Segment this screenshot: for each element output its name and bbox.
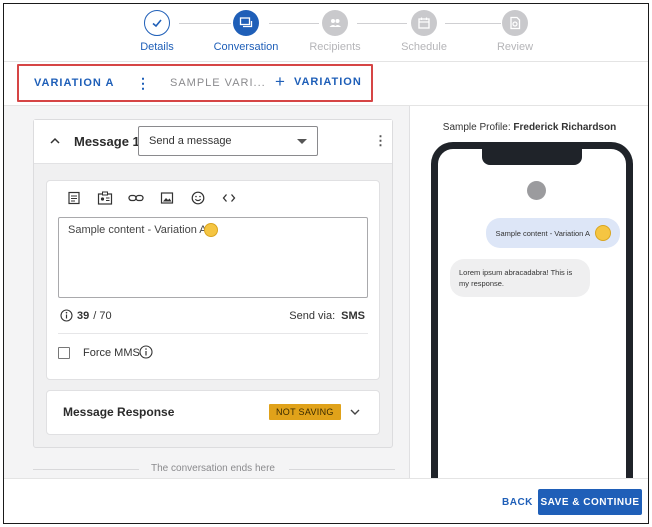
divider (58, 333, 368, 334)
incoming-message-bubble: Lorem ipsum abracadabra! This is my resp… (450, 259, 590, 297)
step-label: Recipients (309, 41, 361, 53)
kebab-menu-icon[interactable]: ⋮ (136, 74, 150, 92)
phone-mockup: Sample content - Variation A Lorem ipsum… (431, 142, 633, 482)
template-icon[interactable] (65, 189, 83, 207)
character-counter: 39 / 70 (60, 309, 112, 322)
step-details[interactable]: Details (107, 10, 207, 53)
sample-profile-name: Frederick Richardson (513, 122, 617, 133)
message-content-text: Sample content - Variation A (68, 224, 207, 236)
outgoing-message-bubble: Sample content - Variation A (485, 218, 620, 248)
message-type-select[interactable]: Send a message (138, 126, 318, 156)
message-type-value: Send a message (149, 135, 232, 147)
incoming-message-text: Lorem ipsum abracadabra! This is my resp… (459, 268, 573, 288)
kebab-menu-icon[interactable]: ⋮ (374, 132, 387, 150)
message-card: Message 1 Send a message ⋮ Sample conten… (33, 119, 393, 448)
add-variation-button[interactable]: + VARIATION (275, 73, 362, 90)
code-icon[interactable] (220, 189, 238, 207)
character-limit: / 70 (93, 309, 112, 322)
caret-down-icon (297, 139, 307, 144)
link-icon[interactable] (127, 189, 145, 207)
tab-variation-a[interactable]: VARIATION A (34, 77, 114, 89)
conversation-end-text: The conversation ends here (151, 463, 275, 474)
step-label: Details (140, 41, 174, 53)
send-via: Send via: SMS (289, 310, 365, 322)
preview-panel: Sample Profile: Frederick Richardson Sam… (411, 106, 648, 482)
conversation-end-marker: The conversation ends here (33, 462, 395, 476)
message-response-card[interactable]: Message Response NOT SAVING (46, 390, 380, 435)
chevron-down-icon[interactable] (349, 406, 361, 418)
save-continue-button[interactable]: SAVE & CONTINUE (538, 489, 642, 515)
message-title: Message 1 (74, 134, 140, 149)
send-via-label: Send via: (289, 310, 336, 322)
app-window: Details Conversation Recipients Schedule… (3, 3, 649, 524)
smiley-emoji-icon (595, 225, 611, 241)
step-review[interactable]: Review (465, 10, 565, 53)
image-icon[interactable] (158, 189, 176, 207)
tab-sample-variation[interactable]: SAMPLE VARI... (170, 77, 266, 89)
emoji-icon[interactable] (189, 189, 207, 207)
message-response-title: Message Response (63, 405, 175, 419)
force-mms-checkbox[interactable] (58, 347, 70, 359)
footer-bar: BACK SAVE & CONTINUE (4, 478, 648, 523)
outgoing-message-text: Sample content - Variation A (495, 228, 591, 238)
phone-camera (527, 181, 546, 200)
divider (33, 469, 139, 470)
phone-notch (482, 147, 582, 165)
smiley-emoji-icon (204, 223, 218, 237)
contact-card-icon[interactable] (96, 189, 114, 207)
progress-stepper: Details Conversation Recipients Schedule… (4, 4, 648, 62)
back-button[interactable]: BACK (502, 497, 533, 508)
review-icon (502, 10, 528, 36)
step-conversation[interactable]: Conversation (196, 10, 296, 53)
character-count: 39 (77, 309, 90, 322)
send-via-value: SMS (341, 310, 365, 322)
variation-bar: VARIATION A ⋮ SAMPLE VARI... + VARIATION (4, 62, 648, 106)
chevron-up-icon[interactable] (48, 134, 62, 148)
divider (289, 469, 395, 470)
people-icon (322, 10, 348, 36)
step-schedule[interactable]: Schedule (374, 10, 474, 53)
step-label: Conversation (213, 41, 279, 53)
chat-icon (233, 10, 259, 36)
sample-profile-label: Sample Profile: (442, 122, 511, 133)
status-badge: NOT SAVING (269, 404, 341, 420)
info-icon (60, 309, 73, 322)
check-icon (144, 10, 170, 36)
step-label: Schedule (401, 41, 447, 53)
plus-icon: + (275, 72, 286, 91)
message-editor-panel: Message 1 Send a message ⋮ Sample conten… (4, 106, 410, 478)
editor-toolbar (65, 189, 238, 209)
step-label: Review (496, 41, 534, 53)
sample-profile: Sample Profile: Frederick Richardson (411, 122, 648, 133)
calendar-icon (411, 10, 437, 36)
step-recipients[interactable]: Recipients (285, 10, 385, 53)
message-editor: Sample content - Variation A 39 / 70 Sen… (46, 180, 380, 380)
info-icon[interactable] (139, 345, 153, 359)
add-variation-label: VARIATION (293, 75, 362, 88)
message-content-input[interactable]: Sample content - Variation A (58, 217, 368, 298)
force-mms-label: Force MMS (83, 347, 140, 359)
message-header: Message 1 Send a message ⋮ (34, 120, 392, 164)
